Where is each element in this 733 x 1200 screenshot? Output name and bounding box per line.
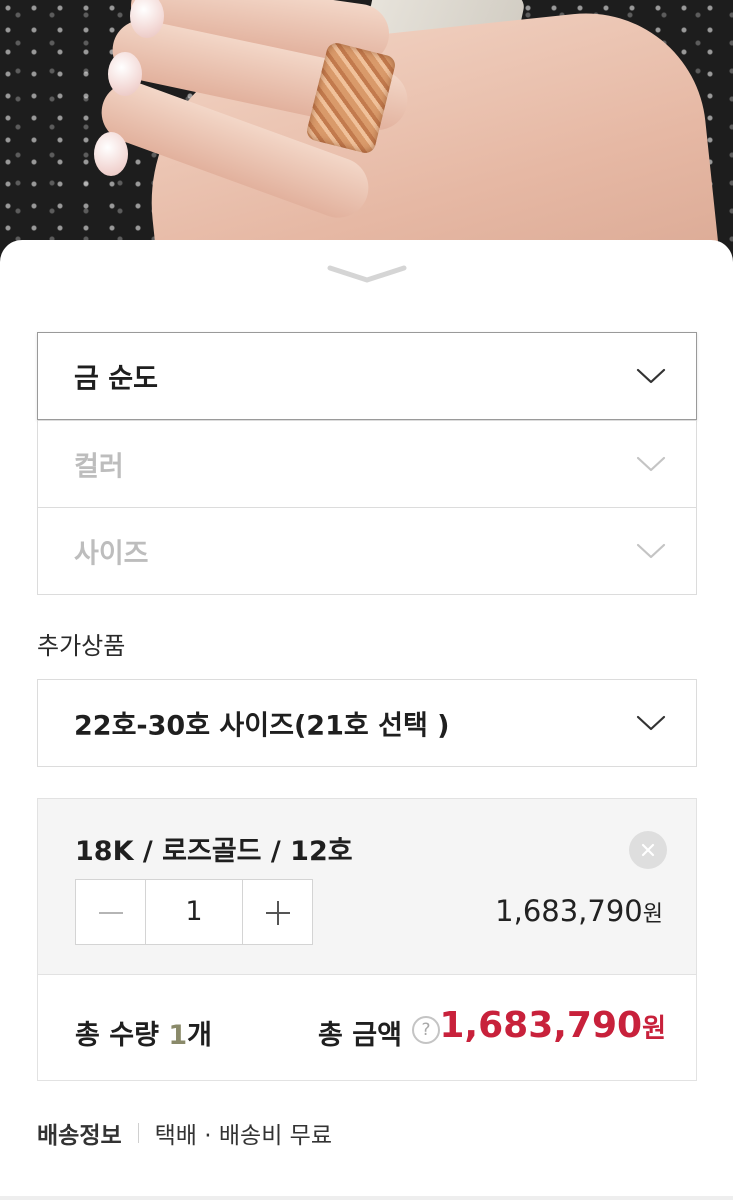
size-select[interactable]: 사이즈 — [37, 507, 697, 595]
shipping-info: 배송정보 택배 · 배송비 무료 — [37, 1116, 332, 1150]
minus-icon — [99, 912, 123, 914]
shipping-title: 배송정보 — [37, 1123, 122, 1149]
additional-product-select[interactable]: 22호-30호 사이즈(21호 선택 ) — [37, 679, 697, 767]
plus-icon — [266, 901, 290, 925]
gold-purity-label: 금 순도 — [74, 363, 158, 395]
option-price-value: 1,683,790 — [495, 894, 643, 928]
increase-quantity-button[interactable] — [243, 880, 312, 944]
quantity-stepper: 1 — [75, 879, 313, 945]
total-quantity: 총 수량 1개 — [75, 1013, 212, 1052]
total-amount: 1,683,790원 — [439, 1005, 666, 1046]
total-quantity-value: 1 — [168, 1020, 188, 1051]
quantity-value[interactable]: 1 — [145, 880, 243, 944]
total-quantity-label: 총 수량 — [75, 1020, 159, 1051]
photo-nail — [94, 132, 128, 176]
help-icon[interactable]: ? — [412, 1016, 440, 1044]
total-amount-label: 총 금액 — [318, 1020, 402, 1051]
additional-product-label: 22호-30호 사이즈(21호 선택 ) — [74, 710, 450, 742]
chevron-down-icon — [327, 265, 407, 283]
close-icon — [641, 843, 655, 857]
additional-products-title: 추가상품 — [37, 632, 126, 660]
gold-purity-select[interactable]: 금 순도 — [37, 332, 697, 420]
remove-option-button[interactable] — [629, 831, 667, 869]
photo-nail — [108, 52, 142, 96]
total-quantity-unit: 개 — [187, 1020, 212, 1051]
shipping-detail: 택배 · 배송비 무료 — [154, 1123, 333, 1149]
chevron-down-icon — [636, 368, 666, 384]
chevron-down-icon — [636, 715, 666, 731]
totals-row: 총 수량 1개 총 금액 ? 1,683,790원 — [38, 975, 696, 1081]
selected-option-row: 18K / 로즈골드 / 12호 1 1,683,790원 — [38, 799, 696, 975]
total-amount-currency: 원 — [642, 1014, 666, 1044]
selected-option-box: 18K / 로즈골드 / 12호 1 1,683,790원 총 수량 1개 총 … — [37, 798, 697, 1081]
collapse-handle[interactable] — [326, 262, 408, 286]
color-label: 컬러 — [74, 451, 124, 483]
color-select[interactable]: 컬러 — [37, 420, 697, 508]
selected-option-name: 18K / 로즈골드 / 12호 — [75, 836, 353, 867]
shipping-divider — [137, 1123, 139, 1143]
chevron-down-icon — [636, 456, 666, 472]
total-amount-value: 1,683,790 — [439, 1005, 643, 1046]
option-price: 1,683,790원 — [495, 894, 663, 928]
size-label: 사이즈 — [74, 538, 149, 570]
option-price-currency: 원 — [642, 902, 663, 927]
bottom-divider — [0, 1196, 733, 1200]
decrease-quantity-button[interactable] — [76, 880, 145, 944]
chevron-down-icon — [636, 543, 666, 559]
